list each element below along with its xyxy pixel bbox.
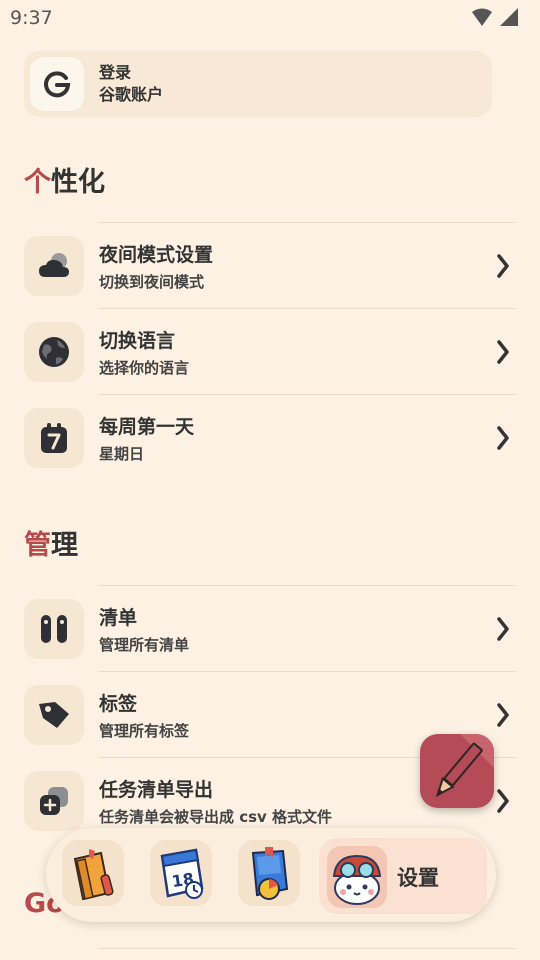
wifi-icon (472, 8, 492, 26)
nav-settings-button[interactable]: 设置 (319, 838, 487, 914)
pencil-icon (435, 734, 494, 798)
avatar-mascot-icon (327, 846, 387, 908)
account-login-label: 登录 (99, 63, 132, 82)
account-google-label: 谷歌账户 (99, 85, 164, 104)
section-title-manage: 管理 (24, 530, 78, 561)
row-title: 标签 (99, 693, 138, 715)
row-subtitle: 星期日 (99, 445, 145, 463)
google-account-card[interactable]: 登录 谷歌账户 (24, 51, 492, 117)
nav-calendar-button[interactable]: 18 (150, 840, 212, 906)
chevron-right-icon (497, 789, 509, 813)
export-copy-icon (24, 771, 84, 831)
nav-stats-button[interactable] (238, 840, 300, 906)
row-subtitle: 选择你的语言 (99, 359, 190, 377)
cloud-icon (24, 236, 84, 296)
row-language[interactable]: 切换语言 选择你的语言 (0, 309, 540, 395)
tag-icon (24, 685, 84, 745)
nav-tasks-button[interactable] (62, 840, 124, 906)
row-lists[interactable]: 清单 管理所有清单 (0, 586, 540, 672)
notebook-icon (73, 849, 114, 901)
globe-icon (24, 322, 84, 382)
section-title-personalize: 个性化 (24, 167, 105, 198)
status-bar: 9:37 (0, 0, 540, 36)
calendar-18-icon: 18 (160, 848, 204, 899)
chevron-right-icon (497, 254, 509, 278)
row-first-day-of-week[interactable]: 每周第一天 星期日 (0, 395, 540, 481)
chevron-right-icon (497, 426, 509, 450)
status-icons (470, 8, 520, 32)
calendar-7-icon (24, 408, 84, 468)
divider (99, 948, 516, 949)
columns-icon (24, 599, 84, 659)
row-title: 夜间模式设置 (99, 244, 214, 266)
row-title: 清单 (99, 607, 138, 629)
signal-icon (500, 8, 518, 26)
google-logo-icon (30, 57, 84, 111)
bottom-navigation-bar: 18 设置 (46, 828, 496, 922)
row-night-mode[interactable]: 夜间模式设置 切换到夜间模式 (0, 223, 540, 309)
chevron-right-icon (497, 617, 509, 641)
row-subtitle: 切换到夜间模式 (99, 273, 205, 291)
row-title: 切换语言 (99, 330, 176, 352)
chevron-right-icon (497, 703, 509, 727)
row-subtitle: 管理所有清单 (99, 636, 190, 654)
row-subtitle: 任务清单会被导出成 csv 格式文件 (99, 808, 333, 826)
chevron-right-icon (497, 340, 509, 364)
row-title: 任务清单导出 (99, 779, 214, 801)
status-time: 9:37 (10, 7, 53, 29)
row-title: 每周第一天 (99, 416, 195, 438)
row-subtitle: 管理所有标签 (99, 722, 190, 740)
edit-fab-button[interactable] (420, 734, 494, 808)
nav-settings-label: 设置 (397, 866, 439, 890)
stats-book-icon (251, 847, 289, 900)
